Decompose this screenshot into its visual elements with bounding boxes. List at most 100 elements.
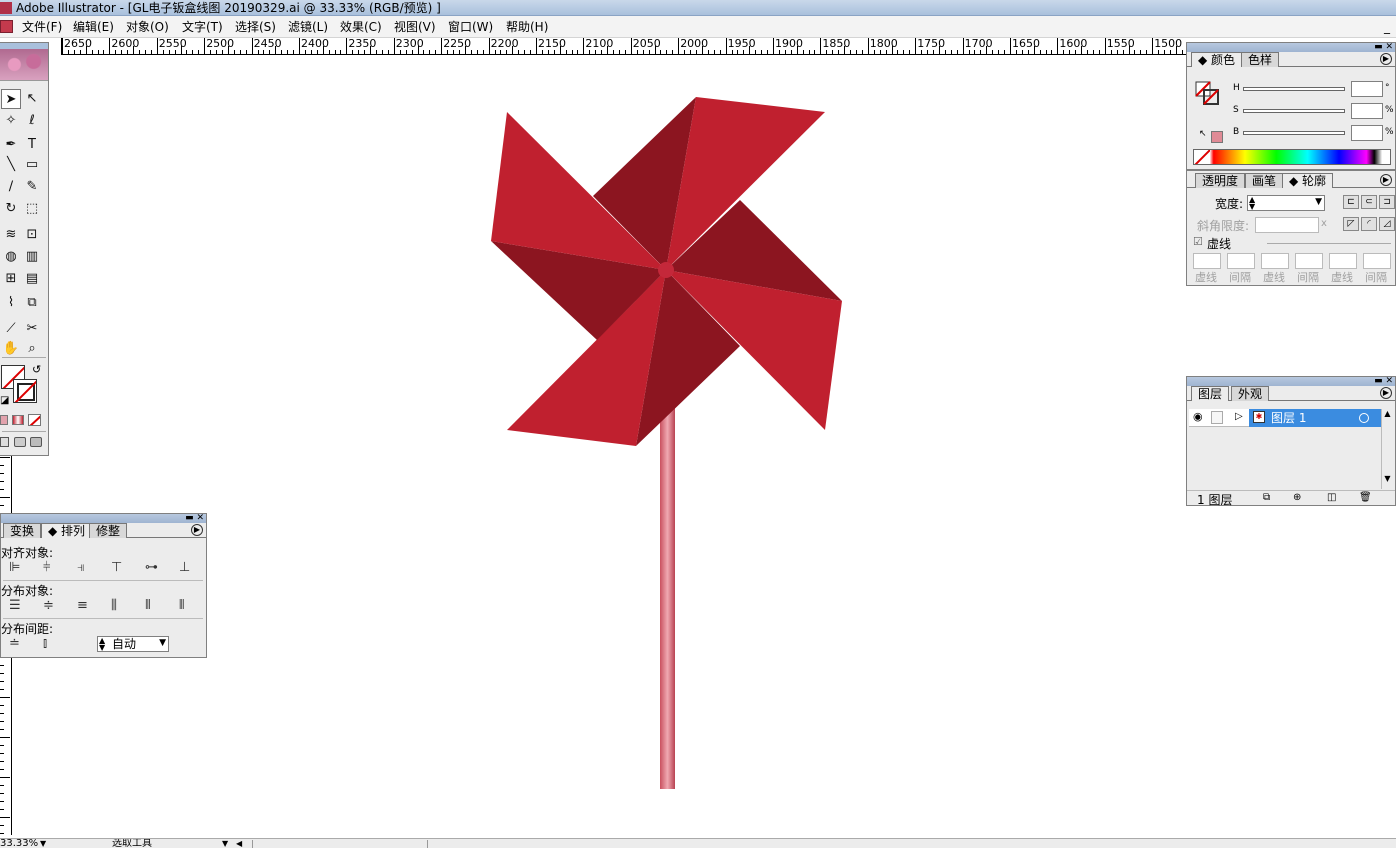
mesh-tool-icon[interactable]: ⊞ xyxy=(1,269,21,289)
tab-swatches[interactable]: 色样 xyxy=(1241,52,1280,67)
symbol-sprayer-icon[interactable]: ◍ xyxy=(1,247,21,267)
tab-pathfinder[interactable]: 修整 xyxy=(89,523,128,538)
distribute-right-icon[interactable]: ⫴ xyxy=(179,598,184,613)
tab-transform[interactable]: 变换 xyxy=(3,523,42,538)
layer-row[interactable]: ◉ ▷ ✱ 图层 1 xyxy=(1189,409,1381,427)
panel-window-buttons[interactable]: ▬ ✕ xyxy=(1374,376,1393,386)
dash-gap-field[interactable] xyxy=(1227,253,1255,269)
align-left-icon[interactable]: ⊫ xyxy=(9,560,20,575)
selection-tool-icon[interactable]: ➤ xyxy=(1,89,21,109)
lasso-icon[interactable]: ℓ xyxy=(22,111,42,131)
dash-gap-field[interactable] xyxy=(1295,253,1323,269)
cap-butt-button[interactable]: ⊏ xyxy=(1343,195,1359,209)
align-panel-titlebar[interactable]: ▬ ✕ xyxy=(1,513,206,523)
status-tool-name[interactable]: 选取工具 xyxy=(112,839,152,848)
gradient-tool-icon[interactable]: ▤ xyxy=(22,269,42,289)
layer-name-highlight[interactable]: ✱ 图层 1 xyxy=(1249,409,1381,427)
cap-round-button[interactable]: ⊂ xyxy=(1361,195,1377,209)
status-dropdown-icon[interactable]: ▼ xyxy=(222,839,228,848)
stroke-swatch[interactable] xyxy=(13,379,37,403)
align-top-icon[interactable]: ⊤ xyxy=(111,560,122,575)
rectangle-tool-icon[interactable]: ▭ xyxy=(22,155,42,175)
tab-align[interactable]: ◆ 排列 xyxy=(41,523,93,538)
cap-square-button[interactable]: ⊐ xyxy=(1379,195,1395,209)
panel-menu-icon[interactable]: ▶ xyxy=(1380,387,1392,399)
new-layer-icon[interactable]: ◫ xyxy=(1327,492,1336,503)
type-tool-icon[interactable]: T xyxy=(22,135,42,155)
distribute-top-icon[interactable]: ☰ xyxy=(9,598,21,613)
default-colors-icon[interactable]: ◪ xyxy=(0,395,9,406)
magic-wand-icon[interactable]: ✧ xyxy=(1,111,21,131)
hand-tool-icon[interactable]: ✋ xyxy=(1,339,21,359)
distribute-hspace-icon[interactable]: ⫾ xyxy=(43,636,47,651)
eye-icon[interactable]: ◉ xyxy=(1193,410,1203,423)
pinwheel-pin[interactable] xyxy=(658,262,674,278)
scroll-left-icon[interactable]: ◀ xyxy=(236,839,242,848)
miter-limit-field[interactable] xyxy=(1255,217,1319,233)
rotate-tool-icon[interactable]: ↻ xyxy=(1,199,21,219)
dash-gap-field[interactable] xyxy=(1329,253,1357,269)
pencil-icon[interactable]: ✎ xyxy=(22,177,42,197)
distribute-vcenter-icon[interactable]: ≑ xyxy=(43,598,54,613)
line-tool-icon[interactable]: ╲ xyxy=(1,155,21,175)
join-bevel-button[interactable]: ◿ xyxy=(1379,217,1395,231)
dash-gap-field[interactable] xyxy=(1193,253,1221,269)
channel-value-field[interactable] xyxy=(1351,125,1383,141)
zoom-level[interactable]: 33.33% xyxy=(0,839,38,848)
expand-arrow-icon[interactable]: ▷ xyxy=(1235,411,1243,422)
lock-toggle[interactable] xyxy=(1211,411,1223,424)
swap-fill-stroke-icon[interactable]: ↺ xyxy=(32,363,41,376)
tab-brushes[interactable]: 画笔 xyxy=(1245,173,1284,188)
distribute-bottom-icon[interactable]: ≡ xyxy=(77,598,88,613)
new-sublayer-icon[interactable]: ⊕ xyxy=(1293,492,1301,503)
gradient-mode-icon[interactable] xyxy=(12,415,24,425)
pen-tool-icon[interactable]: ✒ xyxy=(1,135,21,155)
align-right-icon[interactable]: ⫣ xyxy=(77,560,85,575)
layers-scrollbar[interactable]: ▲ ▼ xyxy=(1381,409,1393,489)
scale-tool-icon[interactable]: ⬚ xyxy=(22,199,42,219)
distribute-vspace-icon[interactable]: ≐ xyxy=(9,636,20,651)
distribute-hcenter-icon[interactable]: ⦀ xyxy=(145,598,151,613)
screen-mode-menu-icon[interactable] xyxy=(14,437,26,447)
color-fill-stroke-icon[interactable] xyxy=(1195,81,1219,105)
none-mode-icon[interactable] xyxy=(28,414,41,426)
target-circle-icon[interactable] xyxy=(1359,413,1369,423)
panel-window-buttons[interactable]: ▬ ✕ xyxy=(1374,42,1393,52)
tab-transparency[interactable]: 透明度 xyxy=(1195,173,1246,188)
zoom-dropdown-icon[interactable]: ▼ xyxy=(40,839,46,848)
align-vcenter-icon[interactable]: ⊶ xyxy=(145,560,158,575)
dashed-line-checkbox[interactable]: ☑ xyxy=(1193,235,1203,248)
warp-tool-icon[interactable]: ≋ xyxy=(1,225,21,245)
color-mode-icon[interactable] xyxy=(0,415,8,425)
layers-panel-titlebar[interactable]: ▬ ✕ xyxy=(1187,376,1395,386)
blend-tool-icon[interactable]: ⧉ xyxy=(22,293,42,313)
distribute-left-icon[interactable]: ⫼ xyxy=(111,598,117,613)
tab-appearance[interactable]: 外观 xyxy=(1231,386,1270,401)
align-bottom-icon[interactable]: ⊥ xyxy=(179,560,190,575)
panel-window-buttons[interactable]: ▬ ✕ xyxy=(185,513,204,523)
channel-slider[interactable] xyxy=(1243,87,1345,91)
pinwheel[interactable] xyxy=(491,97,842,446)
dash-gap-field[interactable] xyxy=(1261,253,1289,269)
screen-mode-standard-icon[interactable] xyxy=(0,437,9,447)
tab-color[interactable]: ◆ 颜色 xyxy=(1191,52,1243,67)
direct-selection-tool-icon[interactable]: ↖ xyxy=(22,89,42,109)
panel-menu-icon[interactable]: ▶ xyxy=(191,524,203,536)
paintbrush-icon[interactable]: ∕ xyxy=(1,177,21,197)
align-hcenter-icon[interactable]: ⫩ xyxy=(43,560,50,575)
channel-slider[interactable] xyxy=(1243,131,1345,135)
join-miter-button[interactable]: ◸ xyxy=(1343,217,1359,231)
out-of-gamut-swatch[interactable] xyxy=(1211,131,1223,143)
spacing-select[interactable]: ▲ ▼ 自动 ▼ xyxy=(97,636,169,652)
eyedropper-icon[interactable]: ⌇ xyxy=(1,293,21,313)
zoom-tool-icon[interactable]: ⌕ xyxy=(22,339,42,359)
panel-menu-icon[interactable]: ▶ xyxy=(1380,174,1392,186)
free-transform-icon[interactable]: ⊡ xyxy=(22,225,42,245)
screen-mode-full-icon[interactable] xyxy=(30,437,42,447)
tab-layers[interactable]: 图层 xyxy=(1191,386,1230,401)
channel-value-field[interactable] xyxy=(1351,81,1383,97)
out-of-gamut-icon[interactable]: ↖ xyxy=(1199,129,1207,139)
slice-tool-icon[interactable]: ⟋ xyxy=(1,319,21,339)
pinwheel-stick[interactable] xyxy=(660,400,675,789)
channel-value-field[interactable] xyxy=(1351,103,1383,119)
